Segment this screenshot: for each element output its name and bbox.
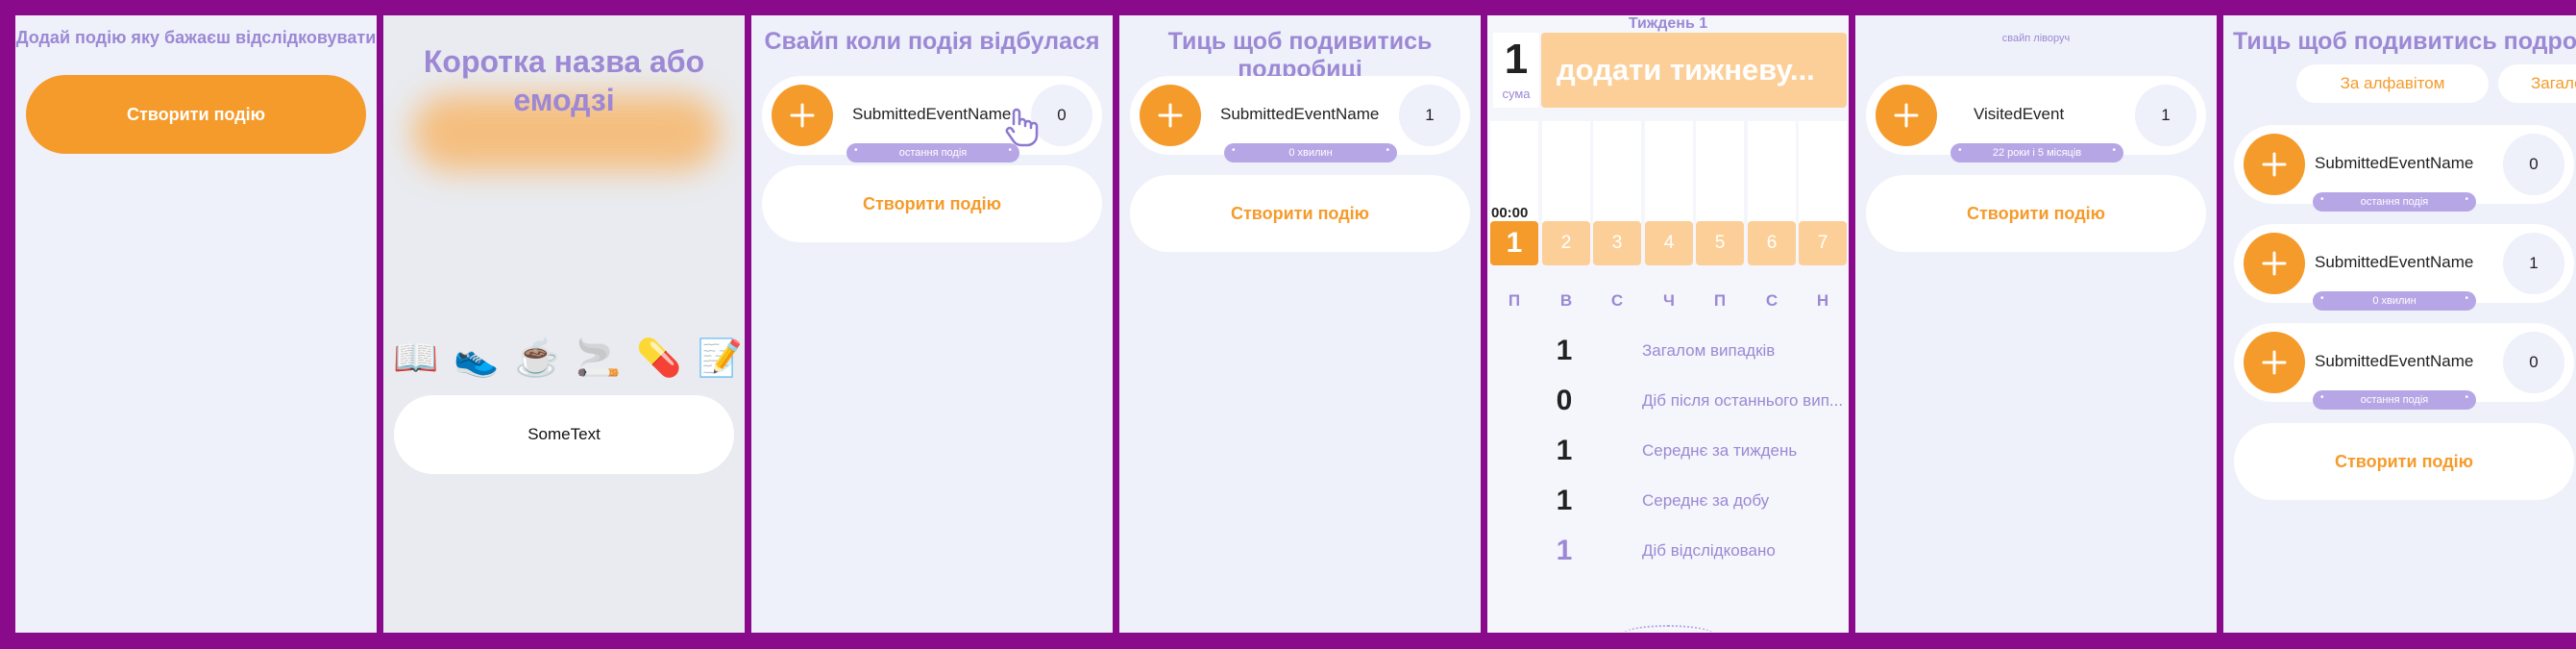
plus-icon[interactable] <box>772 85 833 146</box>
day-tile[interactable]: 2 <box>1542 221 1590 265</box>
event-name: VisitedEvent <box>1974 105 2065 123</box>
plus-icon[interactable] <box>2244 134 2305 195</box>
last-event-pill: 22 роки і 5 місяців <box>1950 143 2123 162</box>
event-name: SubmittedEventName <box>2315 154 2474 172</box>
event-card[interactable]: VisitedEvent 1 22 роки і 5 місяців <box>1866 76 2206 162</box>
event-card[interactable]: SubmittedEventName 0 остання подія <box>2234 323 2574 410</box>
event-card[interactable]: SubmittedEventName 0 остання подія <box>762 76 1102 162</box>
day-tile[interactable]: 4 <box>1645 221 1693 265</box>
emoji-book-icon[interactable]: 📖 <box>393 337 438 380</box>
emoji-cigarette-icon[interactable]: 🚬 <box>576 337 621 380</box>
plus-icon[interactable] <box>1140 85 1201 146</box>
create-event-button[interactable]: Створити подію <box>2234 423 2574 500</box>
swipe-left-hint: свайп ліворуч <box>2001 33 2071 44</box>
stat-daily-avg-value: 1 <box>1556 485 1573 516</box>
tap-hand-icon <box>1005 108 1039 147</box>
tab-sort-alphabetical[interactable]: За алфавітом <box>2296 64 2489 103</box>
create-event-button[interactable]: Створити подію <box>1130 175 1470 252</box>
tap-hint: Тиць щоб подивитись подробиці <box>2233 28 2576 55</box>
week-sum-value: 1 <box>1504 36 1529 83</box>
name-placeholder-title: Коротка назва або емодзі <box>423 44 705 117</box>
tab-sort-total[interactable]: Загалом <box>2498 64 2576 103</box>
plus-icon[interactable] <box>2244 332 2305 393</box>
day-name: С <box>1765 291 1779 310</box>
week-sum-label: сума <box>1502 87 1531 101</box>
last-event-pill: остання подія <box>2313 192 2476 212</box>
week-note-input[interactable]: додати тижневу... <box>1541 33 1847 108</box>
stat-days-since-value: 0 <box>1556 385 1573 416</box>
create-event-button[interactable]: Створити подію <box>26 75 366 154</box>
event-name: SubmittedEventName <box>852 105 1012 123</box>
plus-icon[interactable] <box>1876 85 1937 146</box>
event-card[interactable]: SubmittedEventName 1 0 хвилин <box>1130 76 1470 162</box>
swipe-hint: Свайп коли подія відбулася <box>764 28 1100 55</box>
event-name-field[interactable]: SomeText <box>394 395 734 474</box>
event-count: 0 <box>2503 332 2564 393</box>
day-column <box>1645 121 1693 237</box>
event-name: SubmittedEventName <box>2315 253 2474 271</box>
day-name: П <box>1713 291 1727 310</box>
create-event-button[interactable]: Створити подію <box>1866 175 2206 252</box>
stat-total-value: 1 <box>1556 335 1573 366</box>
event-count: 1 <box>2503 233 2564 294</box>
stat-total-label: Загалом випадків <box>1642 341 1776 360</box>
stat-weekly-avg-value: 1 <box>1556 435 1573 466</box>
screen-swipe-hint: Свайп коли подія відбулася SubmittedEven… <box>751 15 1113 633</box>
stat-weekly-avg-label: Середнє за тиждень <box>1642 441 1798 460</box>
day-name: П <box>1508 291 1521 310</box>
last-event-pill: 0 хвилин <box>2313 291 2476 311</box>
create-event-button[interactable]: Створити подію <box>762 165 1102 242</box>
day-column <box>1542 121 1590 237</box>
event-name: SubmittedEventName <box>2315 352 2474 370</box>
screen-onboarding-add: Додай подію яку бажаєш відслідковувати С… <box>15 15 377 633</box>
event-card[interactable]: SubmittedEventName 0 остання подія <box>2234 125 2574 212</box>
stat-days-tracked-value: 1 <box>1556 535 1573 566</box>
screen-events-list: Тиць щоб подивитись подробиці За алфавіт… <box>2223 15 2576 633</box>
day-tile[interactable]: 7 <box>1799 221 1847 265</box>
day-tile[interactable]: 6 <box>1748 221 1796 265</box>
last-event-pill: 0 хвилин <box>1224 143 1397 162</box>
event-count: 0 <box>2503 134 2564 195</box>
day-column <box>1593 121 1641 237</box>
week-chart-columns <box>1487 121 1849 237</box>
day-column <box>1799 121 1847 237</box>
stat-daily-avg-label: Середнє за добу <box>1642 491 1770 510</box>
last-event-pill: остання подія <box>846 143 1019 162</box>
day-name: Н <box>1816 291 1829 310</box>
screen-tap-hint: Тиць щоб подивитись подробиці SubmittedE… <box>1119 15 1481 633</box>
emoji-pill-icon[interactable]: 💊 <box>636 337 681 380</box>
event-name: SubmittedEventName <box>1220 105 1380 123</box>
event-count: 1 <box>2135 85 2196 146</box>
event-count: 1 <box>1399 85 1460 146</box>
time-label: 00:00 <box>1491 205 1529 221</box>
emoji-picker: 📖 👟 ☕ 🚬 💊 📝 <box>393 337 743 380</box>
screen-swipe-left-hint: свайп ліворуч VisitedEvent 1 22 роки і 5… <box>1855 15 2217 633</box>
stat-days-since-label: Діб після останнього вип... <box>1642 391 1844 410</box>
screen-new-event-name: Коротка назва або емодзі 📖 👟 ☕ 🚬 💊 📝 Som… <box>383 15 745 633</box>
onboarding-hint: Додай подію яку бажаєш відслідковувати <box>15 28 377 47</box>
emoji-coffee-icon[interactable]: ☕ <box>515 337 560 380</box>
scroll-indicator <box>1622 625 1714 633</box>
plus-icon[interactable] <box>2244 233 2305 294</box>
day-column <box>1748 121 1796 237</box>
emoji-sneaker-icon[interactable]: 👟 <box>454 337 499 380</box>
day-tile[interactable]: 5 <box>1696 221 1744 265</box>
day-tile[interactable]: 1 <box>1490 221 1538 265</box>
screen-week-details: Тиждень 1 1 сума додати тижневу... 00:00… <box>1487 15 1849 633</box>
day-name: С <box>1610 291 1624 310</box>
stat-days-tracked-label: Діб відслідковано <box>1642 541 1776 560</box>
week-sum: 1 сума <box>1493 33 1539 108</box>
day-name: Ч <box>1663 291 1675 310</box>
day-column <box>1696 121 1744 237</box>
emoji-memo-icon[interactable]: 📝 <box>698 337 743 380</box>
event-card[interactable]: SubmittedEventName 1 0 хвилин <box>2234 224 2574 311</box>
day-tile[interactable]: 3 <box>1593 221 1641 265</box>
last-event-pill: остання подія <box>2313 390 2476 410</box>
week-title: Тиждень 1 <box>1628 15 1708 32</box>
day-name: В <box>1559 291 1573 310</box>
